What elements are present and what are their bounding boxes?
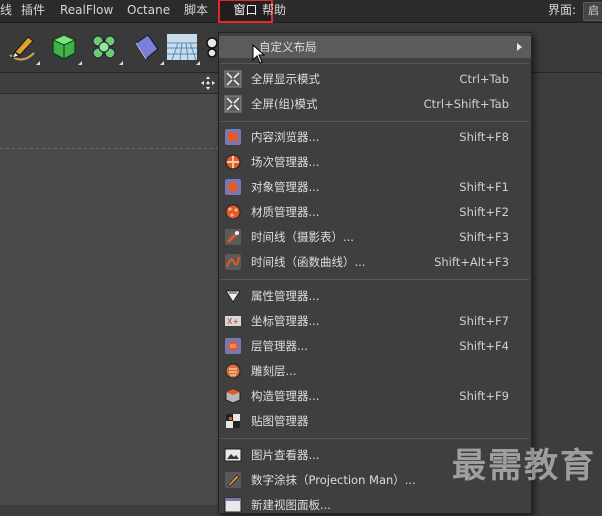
viewport-horizon-line — [0, 148, 220, 149]
menu-timeline-dopesheet[interactable]: 时间线（摄影表）... Shift+F3 — [219, 226, 531, 248]
menu-sculpt-layer[interactable]: 雕刻层... — [219, 360, 531, 382]
timeline-dopesheet-label: 时间线（摄影表）... — [251, 230, 354, 244]
menu-line[interactable]: 线 — [0, 0, 12, 22]
fullscreen-mode-shortcut: Ctrl+Tab — [459, 72, 509, 86]
floor-scene-icon[interactable] — [166, 31, 198, 63]
menu-octane[interactable]: Octane — [127, 0, 170, 22]
material-manager-icon — [224, 203, 242, 221]
camera-icon[interactable] — [204, 31, 218, 63]
window-menu-dropdown: 自定义布局 全屏显示模式 Ctrl+Tab 全屏(组)模式 Ctrl+Shift… — [218, 32, 532, 514]
structure-manager-label: 构造管理器... — [251, 389, 320, 403]
cloner-dropdown-icon[interactable] — [119, 61, 123, 65]
menu-layer-manager[interactable]: 层管理器... Shift+F4 — [219, 335, 531, 357]
watermark: 最需教育 — [452, 446, 596, 486]
deformer-dropdown-icon[interactable] — [160, 61, 164, 65]
structure-manager-icon — [224, 387, 242, 405]
menu-coordinate-manager[interactable]: X+ 坐标管理器... Shift+F7 — [219, 310, 531, 332]
structure-manager-shortcut: Shift+F9 — [459, 389, 509, 403]
menu-timeline-fcurve[interactable]: 时间线（函数曲线）... Shift+Alt+F3 — [219, 251, 531, 273]
move-navigation-icon[interactable] — [200, 75, 216, 91]
fullscreen-mode-label: 全屏显示模式 — [251, 72, 320, 86]
layer-manager-icon — [224, 337, 242, 355]
take-manager-icon — [224, 153, 242, 171]
cube-dropdown-icon[interactable] — [78, 61, 82, 65]
menubar: 线 插件 RealFlow Octane 脚本 窗口 帮助 界面: 启 — [0, 0, 602, 23]
menu-divider — [221, 63, 529, 64]
fullscreen-group-mode-label: 全屏(组)模式 — [251, 97, 318, 111]
pen-tool-dropdown-icon[interactable] — [36, 61, 40, 65]
menu-new-view-panel[interactable]: 新建视图面板... — [219, 494, 531, 516]
pen-tool-icon[interactable] — [6, 31, 38, 63]
timeline-dopesheet-icon — [224, 228, 242, 246]
custom-layout-label: 自定义布局 — [259, 40, 317, 54]
timeline-dopesheet-shortcut: Shift+F3 — [459, 230, 509, 244]
menu-take-manager[interactable]: 场次管理器... — [219, 151, 531, 173]
content-browser-icon — [224, 128, 242, 146]
menu-plugins[interactable]: 插件 — [21, 0, 45, 22]
fullscreen-group-icon — [224, 95, 242, 113]
new-view-panel-icon — [224, 496, 242, 514]
projection-man-label: 数字涂抹（Projection Man）... — [251, 473, 416, 487]
material-manager-label: 材质管理器... — [251, 205, 320, 219]
menu-fullscreen-group-mode[interactable]: 全屏(组)模式 Ctrl+Shift+Tab — [219, 93, 531, 115]
attribute-manager-icon — [224, 287, 242, 305]
layout-label: 界面: — [548, 3, 577, 17]
viewport-header — [0, 73, 220, 94]
layer-manager-label: 层管理器... — [251, 339, 308, 353]
content-browser-shortcut: Shift+F8 — [459, 130, 509, 144]
timeline-fcurve-label: 时间线（函数曲线）... — [251, 255, 366, 269]
fullscreen-icon — [224, 70, 242, 88]
layer-manager-shortcut: Shift+F4 — [459, 339, 509, 353]
menu-attribute-manager[interactable]: 属性管理器... — [219, 285, 531, 307]
object-manager-shortcut: Shift+F1 — [459, 180, 509, 194]
menu-divider — [221, 121, 529, 122]
timeline-fcurve-icon — [224, 253, 242, 271]
take-manager-label: 场次管理器... — [251, 155, 320, 169]
submenu-arrow-icon — [517, 43, 522, 51]
timeline-fcurve-shortcut: Shift+Alt+F3 — [434, 255, 509, 269]
picture-viewer-icon — [224, 446, 242, 464]
menu-help[interactable]: 帮助 — [262, 0, 286, 22]
menu-object-manager[interactable]: 对象管理器... Shift+F1 — [219, 176, 531, 198]
texture-manager-label: 贴图管理器 — [251, 414, 309, 428]
menu-content-browser[interactable]: 内容浏览器... Shift+F8 — [219, 126, 531, 148]
new-view-panel-label: 新建视图面板... — [251, 498, 331, 512]
projection-man-icon — [224, 471, 242, 489]
viewport[interactable] — [0, 94, 220, 505]
menu-structure-manager[interactable]: 构造管理器... Shift+F9 — [219, 385, 531, 407]
content-browser-label: 内容浏览器... — [251, 130, 320, 144]
coordinate-manager-shortcut: Shift+F7 — [459, 314, 509, 328]
menu-texture-manager[interactable]: 贴图管理器 — [219, 410, 531, 432]
menu-divider — [221, 438, 529, 439]
attribute-manager-label: 属性管理器... — [251, 289, 320, 303]
object-manager-icon — [224, 178, 242, 196]
sculpt-layer-label: 雕刻层... — [251, 364, 297, 378]
sculpt-layer-icon — [224, 362, 242, 380]
coordinate-manager-label: 坐标管理器... — [251, 314, 320, 328]
menu-material-manager[interactable]: 材质管理器... Shift+F2 — [219, 201, 531, 223]
picture-viewer-label: 图片查看器... — [251, 448, 320, 462]
fullscreen-group-mode-shortcut: Ctrl+Shift+Tab — [423, 97, 509, 111]
menu-realflow[interactable]: RealFlow — [60, 0, 113, 22]
material-manager-shortcut: Shift+F2 — [459, 205, 509, 219]
scene-dropdown-icon[interactable] — [196, 61, 200, 65]
mouse-cursor-icon — [252, 44, 266, 64]
object-manager-label: 对象管理器... — [251, 180, 320, 194]
coordinate-manager-icon: X+ — [224, 312, 242, 330]
cloner-icon[interactable] — [88, 31, 120, 63]
menu-fullscreen-mode[interactable]: 全屏显示模式 Ctrl+Tab — [219, 68, 531, 90]
menu-script[interactable]: 脚本 — [184, 0, 208, 22]
deformer-icon[interactable] — [130, 31, 162, 63]
cube-generator-icon[interactable] — [48, 31, 80, 63]
layout-select[interactable]: 启 — [583, 2, 602, 21]
texture-manager-icon — [224, 412, 242, 430]
menu-divider — [221, 279, 529, 280]
svg-text:X+: X+ — [227, 317, 239, 326]
